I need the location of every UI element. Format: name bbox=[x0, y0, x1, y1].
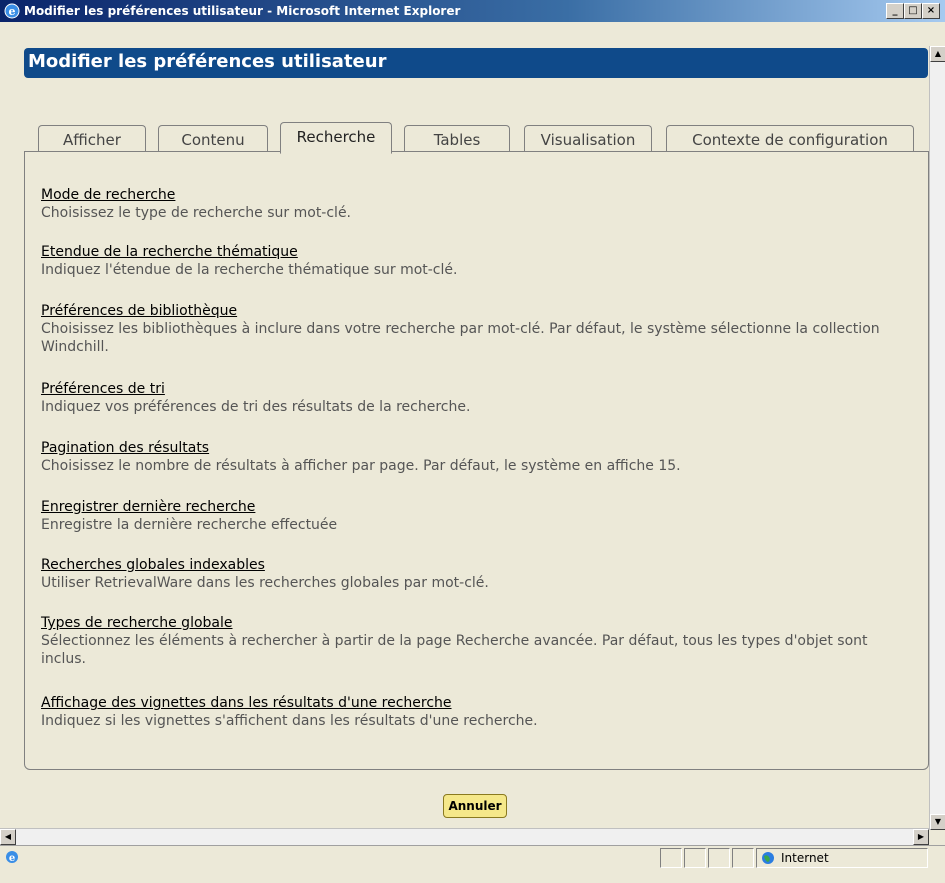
pref-link[interactable]: Préférences de tri bbox=[41, 380, 911, 398]
status-bar: e Internet bbox=[0, 845, 945, 883]
pref-link[interactable]: Affichage des vignettes dans les résulta… bbox=[41, 694, 911, 712]
pref-description: Choisissez les bibliothèques à inclure d… bbox=[41, 321, 880, 355]
scroll-up-icon[interactable]: ▲ bbox=[930, 46, 945, 62]
pref-description: Choisissez le type de recherche sur mot-… bbox=[41, 205, 352, 221]
pref-link[interactable]: Mode de recherche bbox=[41, 186, 911, 204]
pref-vignettes: Affichage des vignettes dans les résulta… bbox=[41, 694, 911, 730]
maximize-button[interactable]: □ bbox=[904, 3, 922, 19]
pref-description: Indiquez l'étendue de la recherche théma… bbox=[41, 262, 458, 278]
window-titlebar[interactable]: e Modifier les préférences utilisateur -… bbox=[0, 0, 945, 22]
tab-label: Afficher bbox=[63, 131, 121, 149]
tab-recherche[interactable]: Recherche bbox=[280, 122, 392, 154]
tab-visualisation[interactable]: Visualisation bbox=[524, 125, 652, 152]
pref-description: Choisissez le nombre de résultats à affi… bbox=[41, 458, 681, 474]
pref-link[interactable]: Préférences de bibliothèque bbox=[41, 302, 911, 320]
vertical-scrollbar[interactable]: ▲ ▼ bbox=[929, 46, 945, 830]
pref-types-recherche-globale: Types de recherche globale Sélectionnez … bbox=[41, 614, 911, 668]
cancel-button[interactable]: Annuler bbox=[443, 794, 507, 818]
minimize-button[interactable]: _ bbox=[886, 3, 904, 19]
page-icon: e bbox=[6, 851, 18, 864]
zone-label: Internet bbox=[781, 851, 829, 865]
pref-etendue-recherche: Etendue de la recherche thématique Indiq… bbox=[41, 243, 911, 279]
tab-label: Visualisation bbox=[540, 131, 636, 149]
scroll-right-icon[interactable]: ▶ bbox=[913, 829, 929, 845]
status-pane bbox=[708, 848, 730, 868]
pref-description: Indiquez si les vignettes s'affichent da… bbox=[41, 713, 538, 729]
tab-afficher[interactable]: Afficher bbox=[38, 125, 146, 152]
zone-pane: Internet bbox=[756, 848, 928, 868]
pref-description: Indiquez vos préférences de tri des résu… bbox=[41, 399, 471, 415]
close-button[interactable]: × bbox=[922, 3, 940, 19]
pref-tri: Préférences de tri Indiquez vos préféren… bbox=[41, 380, 911, 416]
pref-link[interactable]: Recherches globales indexables bbox=[41, 556, 911, 574]
status-pane bbox=[732, 848, 754, 868]
scroll-down-icon[interactable]: ▼ bbox=[930, 814, 945, 830]
tab-label: Recherche bbox=[296, 128, 376, 146]
horizontal-scrollbar[interactable]: ◀ ▶ bbox=[0, 828, 929, 845]
pref-pagination: Pagination des résultats Choisissez le n… bbox=[41, 439, 911, 475]
internet-explorer-icon: e bbox=[4, 3, 20, 19]
pref-link[interactable]: Types de recherche globale bbox=[41, 614, 911, 632]
tab-label: Contexte de configuration bbox=[692, 131, 888, 149]
pref-bibliotheque: Préférences de bibliothèque Choisissez l… bbox=[41, 302, 911, 356]
pref-derniere-recherche: Enregistrer dernière recherche Enregistr… bbox=[41, 498, 911, 534]
pref-link[interactable]: Pagination des résultats bbox=[41, 439, 911, 457]
tab-contexte-configuration[interactable]: Contexte de configuration bbox=[666, 125, 914, 152]
pref-mode-recherche: Mode de recherche Choisissez le type de … bbox=[41, 186, 911, 222]
window-title: Modifier les préférences utilisateur - M… bbox=[24, 4, 461, 18]
tab-label: Contenu bbox=[181, 131, 245, 149]
pref-description: Sélectionnez les éléments à rechercher à… bbox=[41, 633, 868, 667]
pref-recherches-globales: Recherches globales indexables Utiliser … bbox=[41, 556, 911, 592]
page-title-bar: Modifier les préférences utilisateur bbox=[24, 48, 928, 78]
pref-link[interactable]: Etendue de la recherche thématique bbox=[41, 243, 911, 261]
pref-description: Enregistre la dernière recherche effectu… bbox=[41, 517, 338, 533]
pref-link[interactable]: Enregistrer dernière recherche bbox=[41, 498, 911, 516]
scroll-left-icon[interactable]: ◀ bbox=[0, 829, 16, 845]
pref-description: Utiliser RetrievalWare dans les recherch… bbox=[41, 575, 489, 591]
svg-text:e: e bbox=[9, 5, 16, 18]
tab-tables[interactable]: Tables bbox=[404, 125, 510, 152]
tab-contenu[interactable]: Contenu bbox=[158, 125, 268, 152]
tab-panel-recherche: Mode de recherche Choisissez le type de … bbox=[24, 151, 929, 770]
status-pane bbox=[684, 848, 706, 868]
page-title: Modifier les préférences utilisateur bbox=[28, 51, 387, 72]
svg-text:e: e bbox=[9, 853, 15, 864]
globe-icon bbox=[762, 852, 774, 864]
status-pane bbox=[660, 848, 682, 868]
tab-label: Tables bbox=[433, 131, 481, 149]
